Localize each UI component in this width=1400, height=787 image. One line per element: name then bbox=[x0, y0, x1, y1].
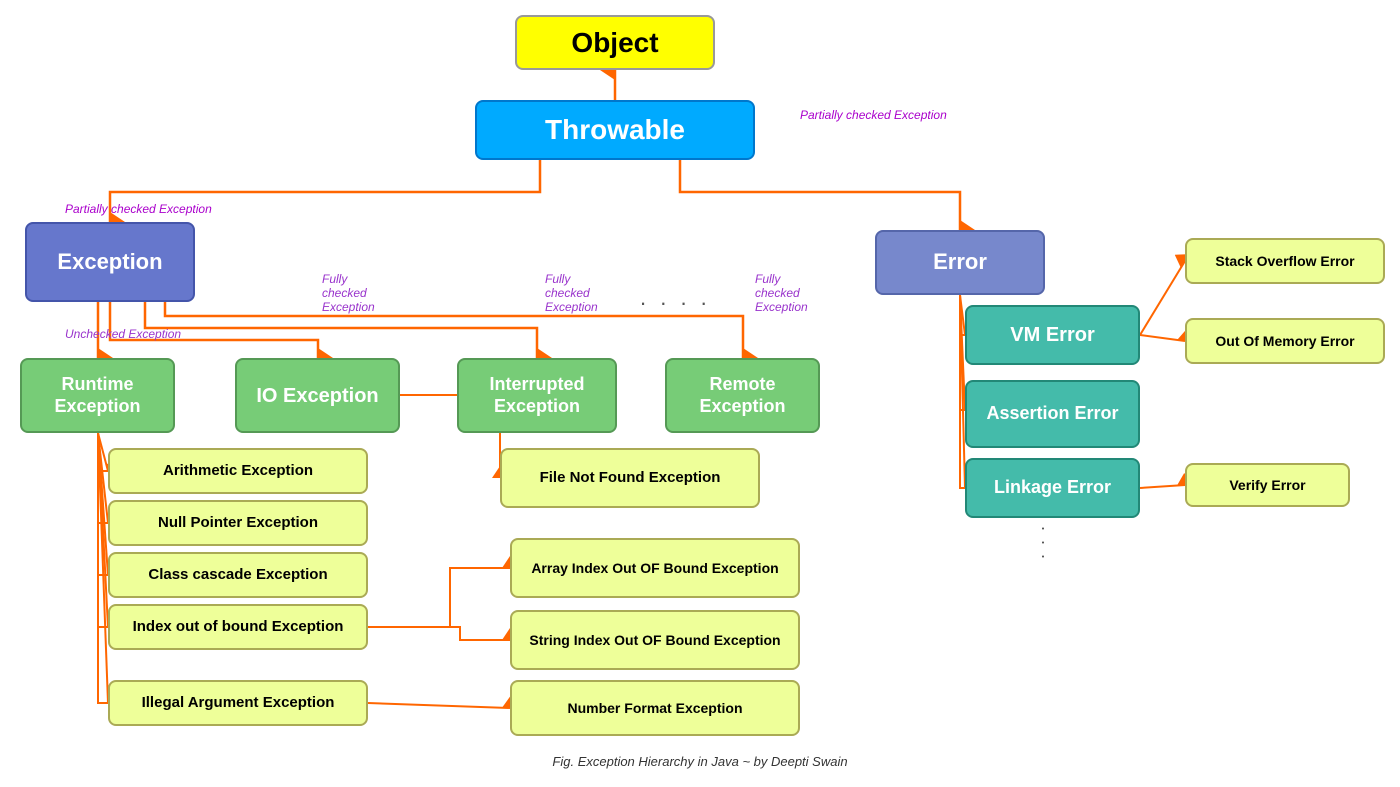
verify-error-label: Verify Error bbox=[1229, 477, 1305, 494]
fully-checked-label-2: FullycheckedException bbox=[545, 272, 645, 314]
caption: Fig. Exception Hierarchy in Java ~ by De… bbox=[552, 754, 847, 769]
throwable-node: Throwable bbox=[475, 100, 755, 160]
object-label: Object bbox=[571, 26, 658, 60]
null-pointer-label: Null Pointer Exception bbox=[158, 514, 318, 532]
dots-horizontal: . . . . bbox=[640, 285, 711, 311]
linkage-label: Linkage Error bbox=[994, 477, 1111, 499]
remote-label: Remote Exception bbox=[667, 374, 818, 417]
assertion-error-node: Assertion Error bbox=[965, 380, 1140, 448]
partially-checked-label-1: Partially checked Exception bbox=[800, 108, 947, 122]
unchecked-label: Unchecked Exception bbox=[65, 327, 181, 341]
throwable-label: Throwable bbox=[545, 113, 685, 147]
linkage-error-node: Linkage Error bbox=[965, 458, 1140, 518]
array-index-label: Array Index Out OF Bound Exception bbox=[531, 560, 778, 577]
error-label: Error bbox=[933, 249, 987, 275]
io-exception-node: IO Exception bbox=[235, 358, 400, 433]
null-pointer-exception-node: Null Pointer Exception bbox=[108, 500, 368, 546]
number-format-exception-node: Number Format Exception bbox=[510, 680, 800, 736]
number-format-label: Number Format Exception bbox=[567, 700, 742, 717]
exception-node: Exception bbox=[25, 222, 195, 302]
stack-overflow-error-node: Stack Overflow Error bbox=[1185, 238, 1385, 284]
string-index-label: String Index Out OF Bound Exception bbox=[529, 632, 780, 649]
exception-label: Exception bbox=[57, 249, 162, 275]
illegal-argument-label: Illegal Argument Exception bbox=[142, 694, 335, 712]
file-not-found-exception-node: File Not Found Exception bbox=[500, 448, 760, 508]
out-of-memory-error-node: Out Of Memory Error bbox=[1185, 318, 1385, 364]
io-label: IO Exception bbox=[256, 384, 378, 408]
arithmetic-label: Arithmetic Exception bbox=[163, 462, 313, 480]
verify-error-node: Verify Error bbox=[1185, 463, 1350, 507]
interrupted-label: Interrupted Exception bbox=[459, 374, 615, 417]
class-cascade-label: Class cascade Exception bbox=[148, 566, 327, 584]
runtime-exception-node: Runtime Exception bbox=[20, 358, 175, 433]
stack-overflow-label: Stack Overflow Error bbox=[1215, 253, 1354, 270]
illegal-argument-exception-node: Illegal Argument Exception bbox=[108, 680, 368, 726]
class-cascade-exception-node: Class cascade Exception bbox=[108, 552, 368, 598]
file-not-found-label: File Not Found Exception bbox=[540, 469, 721, 487]
runtime-label: Runtime Exception bbox=[22, 374, 173, 417]
fully-checked-label-3: FullycheckedException bbox=[755, 272, 855, 314]
string-index-exception-node: String Index Out OF Bound Exception bbox=[510, 610, 800, 670]
remote-exception-node: Remote Exception bbox=[665, 358, 820, 433]
index-bound-label: Index out of bound Exception bbox=[133, 618, 344, 636]
vm-label: VM Error bbox=[1010, 323, 1094, 347]
error-node: Error bbox=[875, 230, 1045, 295]
assertion-label: Assertion Error bbox=[986, 403, 1118, 425]
dots-vertical: . . . bbox=[1037, 526, 1058, 561]
interrupted-exception-node: Interrupted Exception bbox=[457, 358, 617, 433]
out-of-memory-label: Out Of Memory Error bbox=[1215, 333, 1354, 350]
index-bound-exception-node: Index out of bound Exception bbox=[108, 604, 368, 650]
vm-error-node: VM Error bbox=[965, 305, 1140, 365]
fully-checked-label-1: FullycheckedException bbox=[322, 272, 422, 314]
arithmetic-exception-node: Arithmetic Exception bbox=[108, 448, 368, 494]
partially-checked-label-2: Partially checked Exception bbox=[65, 202, 212, 216]
array-index-exception-node: Array Index Out OF Bound Exception bbox=[510, 538, 800, 598]
object-node: Object bbox=[515, 15, 715, 70]
